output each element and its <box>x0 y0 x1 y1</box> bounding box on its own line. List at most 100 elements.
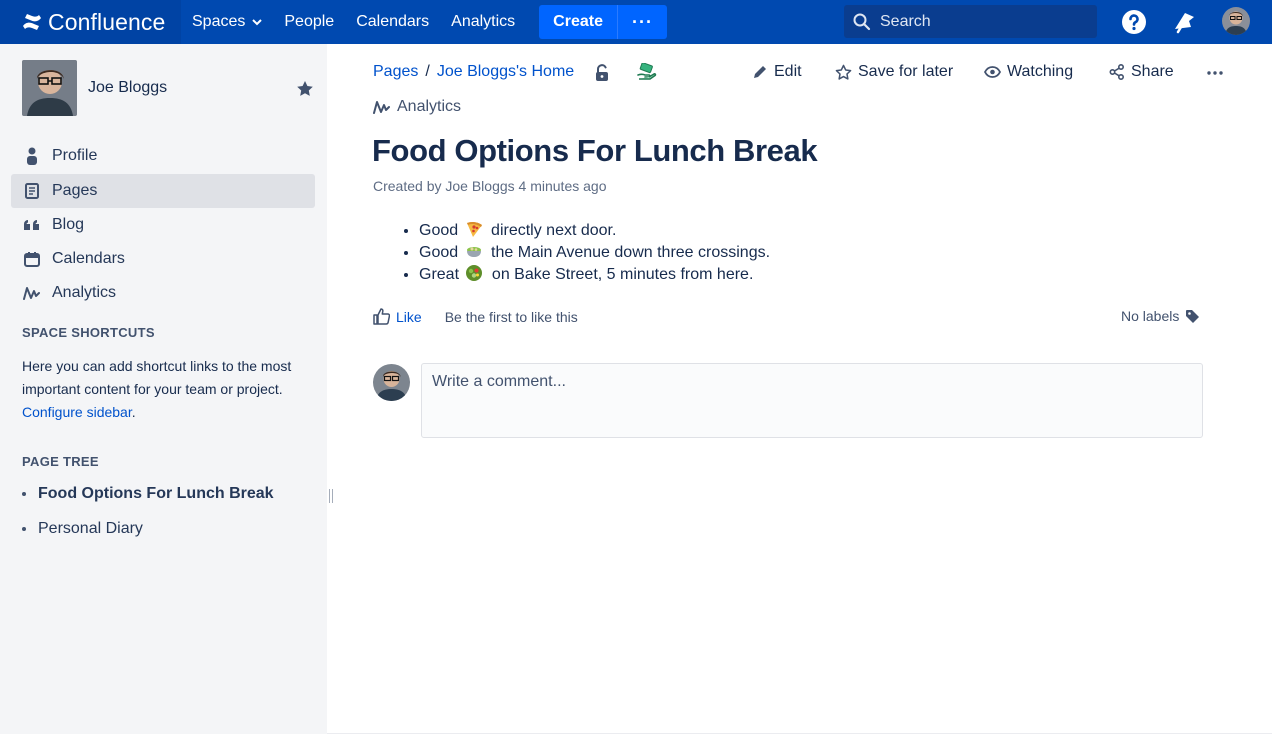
page-tree-item[interactable]: Personal Diary <box>22 520 143 538</box>
unlock-icon[interactable] <box>594 64 610 87</box>
like-button[interactable]: Like <box>373 308 422 325</box>
notification-icon[interactable] <box>1171 9 1197 35</box>
list-item: Good directly next door. <box>419 220 770 242</box>
watching-label: Watching <box>1007 63 1074 80</box>
watching-button[interactable]: Watching <box>984 63 1073 81</box>
page-tree-item-label: Food Options For Lunch Break <box>38 485 274 502</box>
analytics-icon <box>373 101 390 114</box>
page-tree-title: PAGE TREE <box>22 454 99 469</box>
sidebar-item-blog[interactable]: Blog <box>11 208 315 242</box>
create-button[interactable]: Create <box>539 5 617 39</box>
sidebar-item-label: Analytics <box>52 284 117 301</box>
pizza-emoji-icon <box>466 221 482 237</box>
sidebar-item-analytics[interactable]: Analytics <box>11 276 315 310</box>
list-item: Good the Main Avenue down three crossing… <box>419 242 770 264</box>
labels-area[interactable]: No labels <box>1121 308 1200 324</box>
page-content-list: Good directly next door. Good the Main A… <box>419 220 770 286</box>
bullet <box>22 492 26 496</box>
space-avatar[interactable] <box>22 60 77 116</box>
bowl-emoji-icon <box>466 247 481 257</box>
search-icon <box>853 13 871 30</box>
labels-text: No labels <box>1121 308 1180 324</box>
sidebar-item-label: Pages <box>52 182 98 199</box>
like-label: Like <box>396 308 422 325</box>
confluence-logo[interactable]: Confluence <box>0 0 181 44</box>
sidebar-item-label: Blog <box>52 216 85 233</box>
search-placeholder: Search <box>880 12 931 30</box>
nav-spaces-label: Spaces <box>192 13 246 30</box>
list-item-text: Great <box>419 266 460 283</box>
chevron-down-icon <box>252 18 263 25</box>
pencil-icon <box>754 66 766 78</box>
page-tree-item-label: Personal Diary <box>38 520 143 537</box>
shortcuts-description: Here you can add shortcut links to the m… <box>22 358 292 397</box>
page-tree-item[interactable]: Food Options For Lunch Break <box>22 485 274 503</box>
page-icon <box>23 183 41 199</box>
search-input[interactable]: Search <box>844 5 1097 38</box>
sidebar-item-pages[interactable]: Pages <box>11 174 315 208</box>
sidebar-item-label: Calendars <box>52 250 125 267</box>
breadcrumb-separator: / <box>425 63 430 80</box>
page-analytics-link[interactable]: Analytics <box>373 98 461 116</box>
page-title: Food Options For Lunch Break <box>372 133 818 168</box>
list-item-text: the Main Avenue down three crossings. <box>491 244 771 261</box>
sidebar: Joe Bloggs Profile Pages Blog Calendars … <box>0 44 327 734</box>
nav-people[interactable]: People <box>273 0 345 44</box>
share-icon <box>1109 64 1124 80</box>
list-item-text: Good <box>419 222 459 239</box>
help-icon[interactable] <box>1121 9 1147 35</box>
confluence-logo-icon <box>23 14 41 30</box>
bullet <box>22 527 26 531</box>
configure-sidebar-link[interactable]: Configure sidebar <box>22 404 132 420</box>
list-item: Great on Bake Street, 5 minutes from her… <box>419 264 770 286</box>
thumbs-up-icon <box>373 308 390 325</box>
money-hand-icon[interactable] <box>637 62 657 86</box>
calendar-icon <box>23 251 41 267</box>
nav-spaces[interactable]: Spaces <box>181 0 273 44</box>
save-for-later-button[interactable]: Save for later <box>835 63 953 81</box>
sidebar-resize-handle[interactable] <box>329 489 333 503</box>
space-shortcuts-text: Here you can add shortcut links to the m… <box>22 355 312 424</box>
create-group: Create ··· <box>539 5 667 39</box>
list-item-text: on Bake Street, 5 minutes from here. <box>491 266 754 283</box>
sidebar-item-profile[interactable]: Profile <box>11 139 315 173</box>
save-for-later-label: Save for later <box>858 63 954 80</box>
star-outline-icon <box>835 64 852 80</box>
nav-calendars[interactable]: Calendars <box>345 0 440 44</box>
sidebar-item-calendars[interactable]: Calendars <box>11 242 315 276</box>
breadcrumb-pages[interactable]: Pages <box>373 63 418 81</box>
nav-analytics[interactable]: Analytics <box>440 0 526 44</box>
like-row: Like Be the first to like this <box>373 308 578 325</box>
person-icon <box>23 147 41 165</box>
star-icon[interactable] <box>296 80 314 103</box>
create-more-button[interactable]: ··· <box>616 5 667 39</box>
like-hint: Be the first to like this <box>444 308 578 325</box>
shortcuts-period: . <box>131 404 136 420</box>
edit-button[interactable]: Edit <box>752 63 802 81</box>
page-byline: Created by Joe Bloggs 4 minutes ago <box>373 178 607 194</box>
user-avatar[interactable] <box>1222 7 1250 35</box>
space-header: Joe Bloggs <box>22 60 167 116</box>
comment-placeholder: Write a comment... <box>432 373 566 390</box>
more-icon <box>1207 71 1223 75</box>
comment-avatar <box>373 364 410 401</box>
analytics-label: Analytics <box>397 98 462 115</box>
list-item-text: Good <box>419 244 459 261</box>
edit-label: Edit <box>774 63 802 80</box>
comment-input[interactable]: Write a comment... <box>421 363 1203 438</box>
analytics-icon <box>23 286 41 300</box>
breadcrumb-home[interactable]: Joe Bloggs's Home <box>437 63 574 81</box>
share-button[interactable]: Share <box>1109 63 1174 81</box>
space-user-name[interactable]: Joe Bloggs <box>88 79 167 97</box>
tag-icon <box>1186 309 1200 323</box>
share-label: Share <box>1131 63 1174 80</box>
space-shortcuts-title: SPACE SHORTCUTS <box>22 325 155 340</box>
salad-emoji-icon <box>466 265 483 281</box>
quote-icon <box>23 218 41 232</box>
logo-text: Confluence <box>48 8 166 35</box>
more-icon: ··· <box>631 11 653 32</box>
eye-icon <box>984 66 1001 78</box>
breadcrumb: Pages / Joe Bloggs's Home <box>373 63 574 81</box>
more-actions-button[interactable] <box>1206 64 1230 82</box>
list-item-text: directly next door. <box>491 222 617 239</box>
